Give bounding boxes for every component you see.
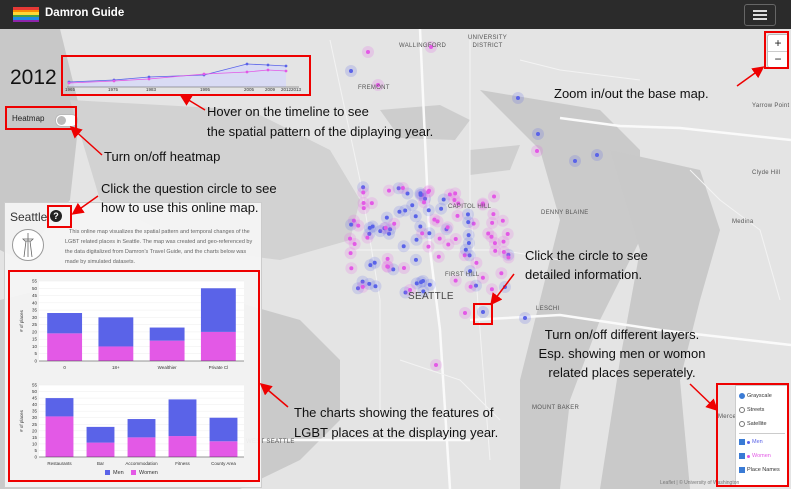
- annotation-charts: The charts showing the features of LGBT …: [294, 405, 499, 440]
- annotation-help: Click the question circle to see how to …: [101, 181, 277, 215]
- annotation-timeline: Hover on the timeline to see the spatial…: [207, 104, 434, 139]
- annotation-layers: Turn on/off different layers. Esp. showi…: [538, 327, 706, 380]
- annotation-zoom: Zoom in/out the base map.: [554, 86, 709, 101]
- annotation-heatmap: Turn on/off heatmap: [104, 149, 221, 164]
- annotation-circle: Click the circle to see detailed informa…: [525, 248, 648, 282]
